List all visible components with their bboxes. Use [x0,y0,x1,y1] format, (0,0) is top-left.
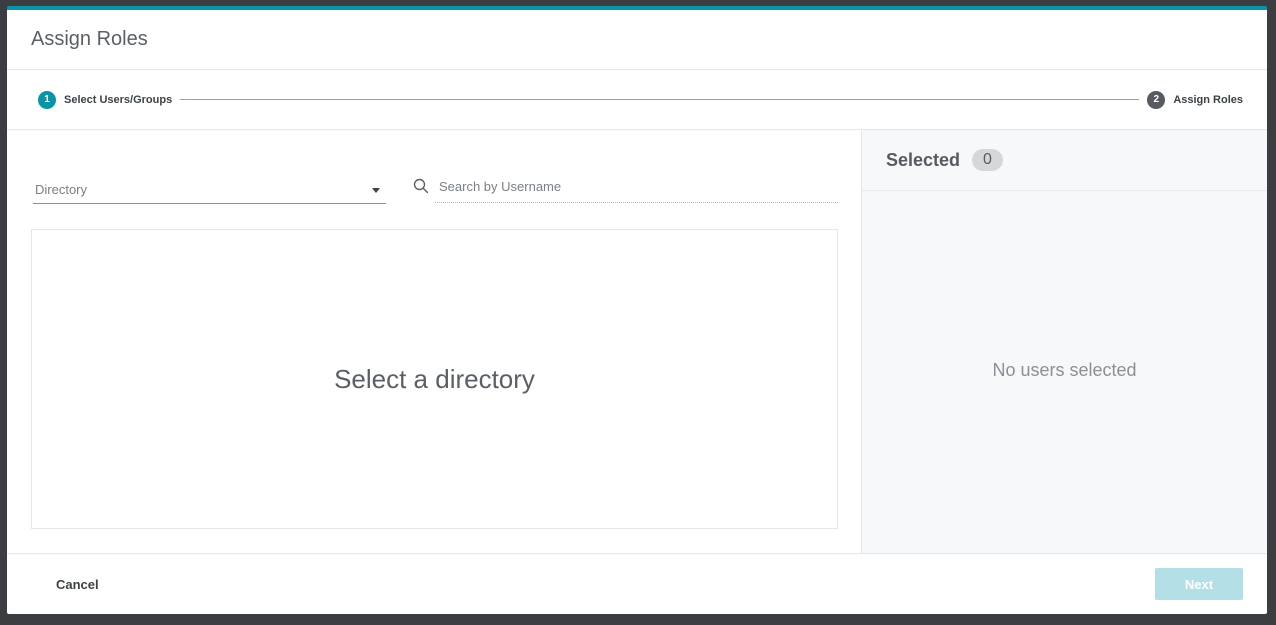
step-assign-roles: 2 Assign Roles [1147,90,1243,109]
modal-title: Assign Roles [31,28,148,50]
selected-header: Selected 0 [862,130,1267,191]
no-users-message: No users selected [992,360,1137,380]
empty-state-message: Select a directory [334,363,535,394]
caret-down-icon [372,188,380,193]
directory-dropdown[interactable]: Directory [33,175,386,204]
step-connector [180,99,1140,100]
step-number: 2 [1147,90,1166,109]
search-input[interactable] [435,170,838,203]
selected-panel: Selected 0 No users selected [862,130,1267,553]
assign-roles-modal: Assign Roles 1 Select Users/Groups 2 Ass… [7,6,1267,614]
step-select-users: 1 Select Users/Groups [38,90,173,109]
modal-header: Assign Roles [7,10,1267,70]
stepper: 1 Select Users/Groups 2 Assign Roles [7,70,1267,130]
selected-count-badge: 0 [972,149,1003,171]
user-picker-panel: Directory Select a directory [7,130,862,553]
next-button[interactable]: Next [1155,568,1243,600]
cancel-button[interactable]: Cancel [56,577,99,592]
step-number: 1 [38,90,56,109]
step-label: Assign Roles [1173,93,1243,106]
directory-label: Directory [35,181,88,197]
search-icon [413,178,429,194]
step-label: Select Users/Groups [64,93,173,106]
modal-body: Directory Select a directory Selected 0 … [7,130,1267,554]
selected-title: Selected [886,149,961,170]
modal-footer: Cancel Next [7,554,1267,614]
results-area: Select a directory [31,229,838,529]
